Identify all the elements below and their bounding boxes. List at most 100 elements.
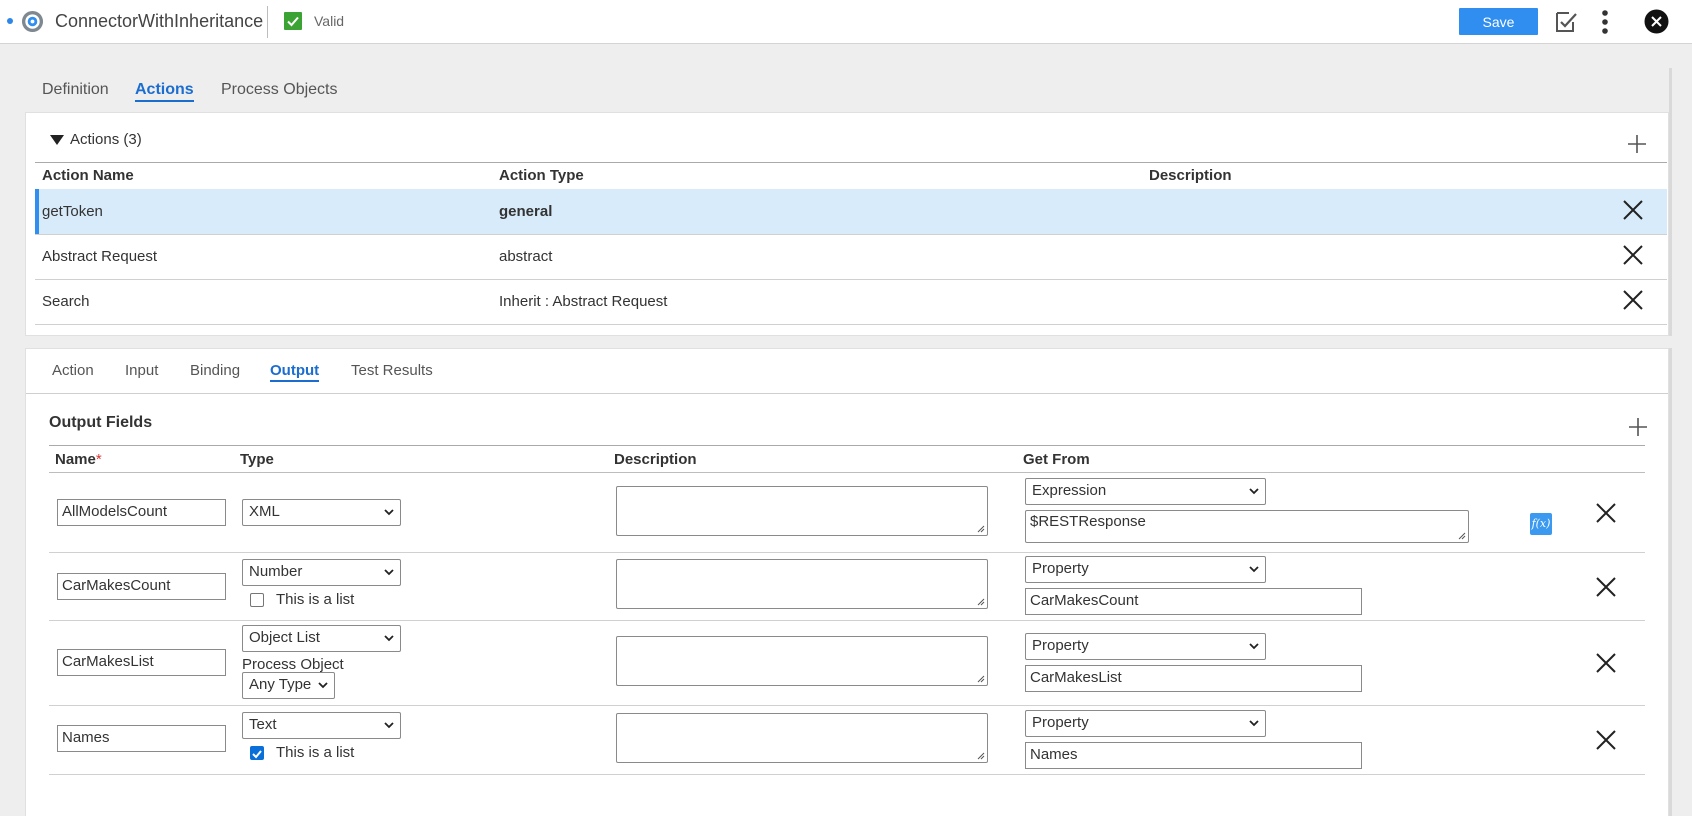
get-from-select[interactable]: Property bbox=[1025, 710, 1266, 737]
column-header-description: Description bbox=[1149, 167, 1232, 184]
field-type-value: XML bbox=[249, 503, 280, 520]
detail-tabs-rule bbox=[26, 393, 1668, 394]
action-name-cell[interactable]: getToken bbox=[42, 203, 103, 220]
checkmark-icon bbox=[252, 750, 262, 759]
row-divider bbox=[49, 705, 1645, 706]
row-divider bbox=[49, 774, 1645, 775]
chevron-down-icon bbox=[384, 722, 394, 729]
field-type-select[interactable]: XML bbox=[242, 499, 401, 526]
row-divider bbox=[49, 620, 1645, 621]
field-type-select[interactable]: Object List bbox=[242, 625, 401, 652]
chevron-down-icon bbox=[318, 682, 328, 689]
row-divider bbox=[49, 552, 1645, 553]
actions-section-toggle[interactable]: Actions (3) bbox=[50, 131, 142, 148]
action-name-cell[interactable]: Search bbox=[42, 293, 90, 310]
save-button[interactable]: Save bbox=[1459, 8, 1538, 35]
output-fields-title: Output Fields bbox=[49, 414, 153, 431]
required-mark: * bbox=[95, 451, 102, 468]
expression-value: $RESTResponse bbox=[1030, 513, 1146, 530]
field-description-textarea[interactable] bbox=[616, 486, 988, 536]
field-type-value: Object List bbox=[249, 629, 320, 646]
table-row-selected[interactable] bbox=[35, 189, 1667, 234]
field-type-select[interactable]: Text bbox=[242, 712, 401, 739]
output-header-rule bbox=[49, 445, 1645, 446]
field-description-textarea[interactable] bbox=[616, 713, 988, 763]
action-type-cell: abstract bbox=[499, 248, 553, 265]
resize-grip-icon[interactable] bbox=[976, 751, 985, 760]
resize-grip-icon[interactable] bbox=[976, 524, 985, 533]
property-input[interactable]: Names bbox=[1025, 742, 1362, 769]
is-list-checkbox[interactable] bbox=[250, 593, 264, 607]
panel-scroll-edge bbox=[1669, 68, 1672, 336]
process-object-value: Any Type bbox=[249, 676, 312, 693]
delete-action-icon[interactable] bbox=[1622, 289, 1644, 311]
tab-output[interactable]: Output bbox=[270, 362, 320, 382]
delete-field-icon[interactable] bbox=[1595, 576, 1617, 598]
column-header-name: Name* bbox=[55, 451, 102, 468]
column-header-action-name: Action Name bbox=[42, 167, 134, 184]
field-name-input[interactable]: Names bbox=[57, 725, 226, 752]
chevron-down-icon bbox=[384, 509, 394, 516]
delete-field-icon[interactable] bbox=[1595, 502, 1617, 524]
tab-definition[interactable]: Definition bbox=[42, 81, 109, 99]
get-from-select[interactable]: Property bbox=[1025, 556, 1266, 583]
chevron-down-icon bbox=[1249, 566, 1259, 573]
field-type-select[interactable]: Number bbox=[242, 559, 401, 586]
delete-field-icon[interactable] bbox=[1595, 729, 1617, 751]
tab-action[interactable]: Action bbox=[52, 362, 94, 379]
chevron-down-icon bbox=[384, 635, 394, 642]
get-from-value: Property bbox=[1032, 714, 1089, 731]
actions-section-label: Actions (3) bbox=[70, 131, 142, 148]
collapse-triangle-icon bbox=[50, 134, 64, 145]
function-editor-icon[interactable]: f(x) bbox=[1530, 513, 1552, 535]
status-dot bbox=[7, 18, 13, 24]
field-type-value: Text bbox=[249, 716, 277, 733]
resize-grip-icon[interactable] bbox=[976, 597, 985, 606]
delete-field-icon[interactable] bbox=[1595, 652, 1617, 674]
field-type-value: Number bbox=[249, 563, 303, 580]
field-name-input[interactable]: AllModelsCount bbox=[57, 499, 226, 526]
add-action-icon[interactable] bbox=[1627, 134, 1647, 154]
column-header-get-from: Get From bbox=[1023, 451, 1090, 468]
delete-action-icon[interactable] bbox=[1622, 244, 1644, 266]
resize-grip-icon[interactable] bbox=[976, 674, 985, 683]
field-name-input[interactable]: CarMakesCount bbox=[57, 573, 226, 600]
tab-process-objects[interactable]: Process Objects bbox=[221, 81, 337, 99]
delete-action-icon[interactable] bbox=[1622, 199, 1644, 221]
field-name-input[interactable]: CarMakesList bbox=[57, 649, 226, 676]
chevron-down-icon bbox=[1249, 643, 1259, 650]
action-name-cell[interactable]: Abstract Request bbox=[42, 248, 157, 265]
is-list-checkbox[interactable] bbox=[250, 746, 264, 760]
chevron-down-icon bbox=[1249, 488, 1259, 495]
validate-icon[interactable] bbox=[1551, 8, 1579, 36]
property-input[interactable]: CarMakesList bbox=[1025, 665, 1362, 692]
get-from-select[interactable]: Property bbox=[1025, 633, 1266, 660]
property-input[interactable]: CarMakesCount bbox=[1025, 588, 1362, 615]
row-divider bbox=[35, 324, 1667, 325]
expression-textarea[interactable]: $RESTResponse bbox=[1025, 510, 1469, 543]
is-list-label: This is a list bbox=[276, 591, 355, 608]
get-from-value: Property bbox=[1032, 560, 1089, 577]
field-description-textarea[interactable] bbox=[616, 636, 988, 686]
validation-status: Valid bbox=[314, 13, 345, 29]
resize-grip-icon[interactable] bbox=[1457, 531, 1466, 540]
chevron-down-icon bbox=[384, 569, 394, 576]
column-header-type: Type bbox=[240, 451, 274, 468]
column-header-action-type: Action Type bbox=[499, 167, 584, 184]
field-description-textarea[interactable] bbox=[616, 559, 988, 609]
process-object-select[interactable]: Any Type bbox=[242, 672, 335, 699]
tab-input[interactable]: Input bbox=[125, 362, 158, 379]
chevron-down-icon bbox=[1249, 720, 1259, 727]
tab-test-results[interactable]: Test Results bbox=[351, 362, 433, 379]
more-options-icon[interactable] bbox=[1598, 8, 1612, 36]
is-list-label: This is a list bbox=[276, 744, 355, 761]
valid-check-icon bbox=[284, 12, 302, 30]
app-title: ConnectorWithInheritance bbox=[55, 11, 264, 31]
get-from-select[interactable]: Expression bbox=[1025, 478, 1266, 505]
get-from-value: Property bbox=[1032, 637, 1089, 654]
tab-actions[interactable]: Actions bbox=[135, 81, 194, 102]
tab-binding[interactable]: Binding bbox=[190, 362, 240, 379]
row-divider bbox=[35, 279, 1667, 280]
close-icon[interactable] bbox=[1644, 9, 1669, 34]
add-output-field-icon[interactable] bbox=[1628, 417, 1648, 437]
